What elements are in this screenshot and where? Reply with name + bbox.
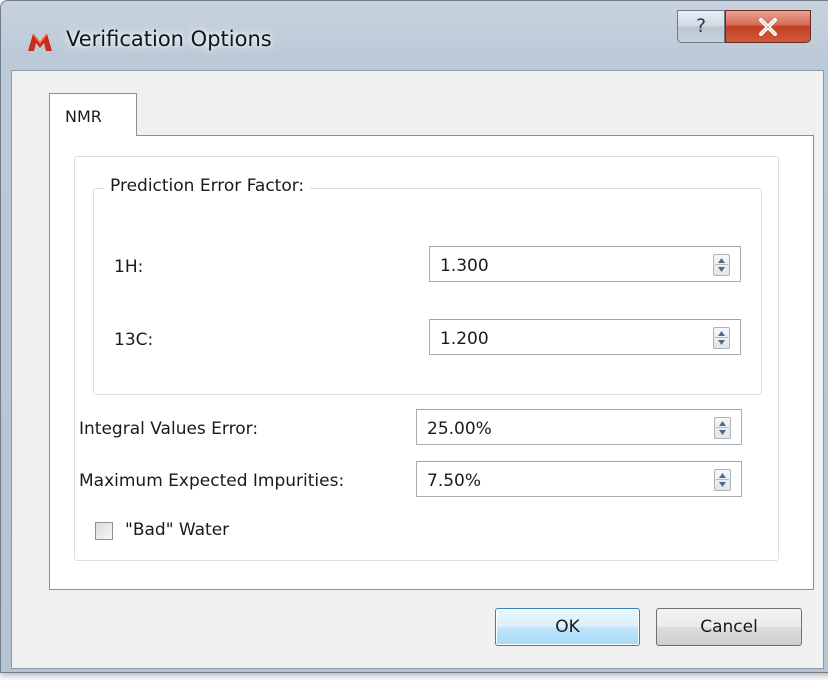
arrow-up-icon[interactable] (718, 472, 727, 479)
close-button[interactable] (725, 10, 811, 43)
max-impurities-spinbox[interactable]: 7.50% (416, 461, 742, 497)
app-logo-icon (28, 33, 52, 51)
nmr-options-frame: Prediction Error Factor: 1H: 1.300 13C: … (74, 156, 779, 561)
integral-error-stepper[interactable] (714, 417, 731, 439)
bad-water-label[interactable]: "Bad" Water (125, 520, 229, 540)
arrow-down-icon[interactable] (718, 481, 727, 488)
arrow-down-icon[interactable] (717, 339, 726, 346)
h1-label: 1H: (114, 257, 144, 277)
max-impurities-label: Maximum Expected Impurities: (79, 471, 345, 491)
help-button[interactable]: ? (677, 10, 725, 43)
max-impurities-value: 7.50% (427, 471, 482, 491)
window-title: Verification Options (66, 27, 272, 51)
title-bar[interactable]: Verification Options ? (1, 1, 828, 71)
arrow-down-icon[interactable] (717, 266, 726, 273)
arrow-up-icon[interactable] (717, 257, 726, 264)
bad-water-checkbox[interactable] (95, 522, 113, 540)
prediction-error-group-title: Prediction Error Factor: (104, 176, 311, 196)
c13-factor-stepper[interactable] (713, 327, 730, 349)
arrow-down-icon[interactable] (718, 429, 727, 436)
verification-options-dialog: Verification Options ? NMR Prediction Er… (0, 0, 828, 673)
integral-error-label: Integral Values Error: (79, 419, 259, 439)
nmr-tab-panel: Prediction Error Factor: 1H: 1.300 13C: … (49, 135, 814, 590)
c13-factor-value: 1.200 (440, 329, 489, 349)
c13-factor-spinbox[interactable]: 1.200 (429, 319, 741, 355)
h1-factor-value: 1.300 (440, 256, 489, 276)
c13-label: 13C: (114, 330, 154, 350)
prediction-error-group: Prediction Error Factor: 1H: 1.300 13C: … (93, 176, 762, 395)
arrow-up-icon[interactable] (717, 330, 726, 337)
cancel-button[interactable]: Cancel (656, 608, 802, 646)
tab-nmr-label: NMR (65, 107, 102, 126)
help-icon: ? (695, 15, 707, 37)
integral-error-value: 25.00% (427, 419, 492, 439)
ok-button[interactable]: OK (495, 608, 640, 646)
tab-nmr[interactable]: NMR (49, 93, 137, 136)
h1-factor-stepper[interactable] (713, 254, 730, 276)
max-impurities-stepper[interactable] (714, 469, 731, 491)
integral-error-spinbox[interactable]: 25.00% (416, 409, 742, 445)
h1-factor-spinbox[interactable]: 1.300 (429, 246, 741, 282)
arrow-up-icon[interactable] (718, 420, 727, 427)
close-icon (759, 18, 777, 36)
dialog-client-area: NMR Prediction Error Factor: 1H: 1.300 1… (11, 70, 824, 669)
